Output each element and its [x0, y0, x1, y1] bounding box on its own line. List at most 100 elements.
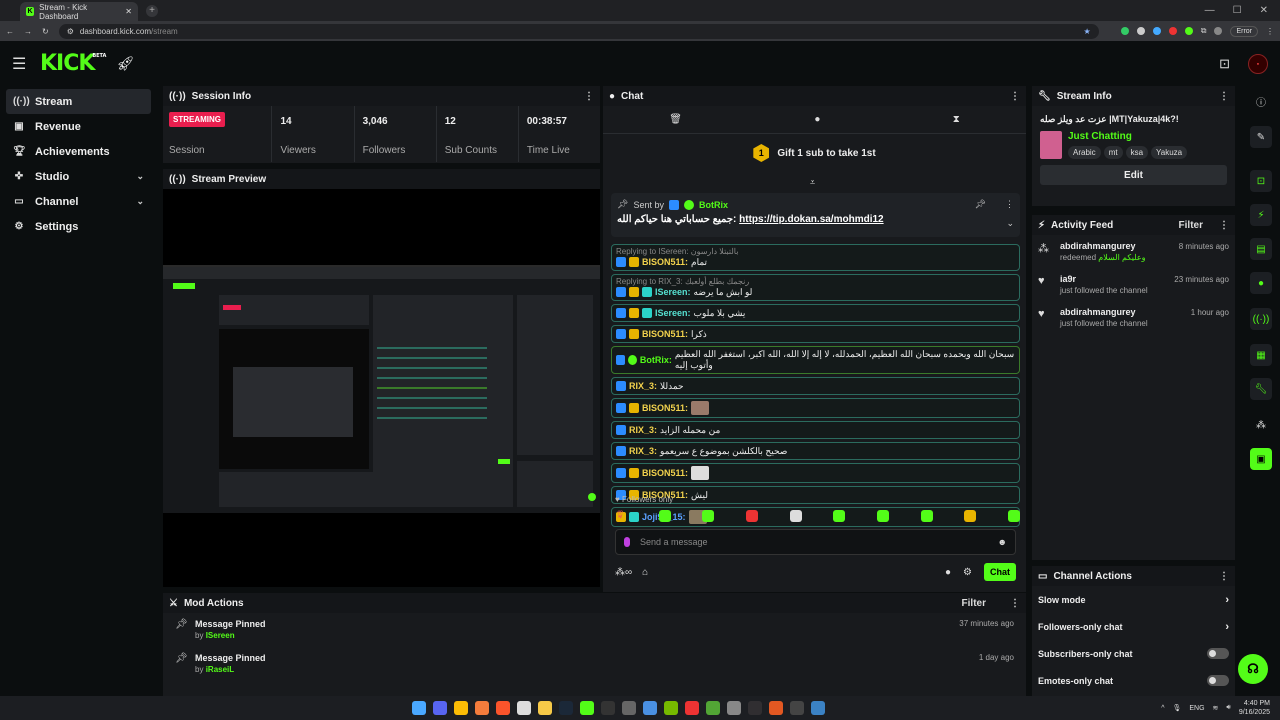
app-icon[interactable]: [643, 701, 657, 715]
emoji-picker-icon[interactable]: ☻: [998, 537, 1007, 547]
back-icon[interactable]: ←: [6, 27, 14, 36]
extensions-puzzle-icon[interactable]: ⧉: [1201, 26, 1207, 36]
close-tab-icon[interactable]: ✕: [125, 7, 132, 16]
chat-username[interactable]: RIX_3:: [629, 425, 657, 435]
chat-settings-gear-icon[interactable]: ⚙: [963, 567, 972, 578]
profile-avatar[interactable]: [1214, 27, 1223, 35]
chat-username[interactable]: BotRix:: [640, 355, 672, 365]
chat-bubble-icon[interactable]: ●: [1250, 272, 1272, 294]
nvidia-icon[interactable]: [664, 701, 678, 715]
activity-user[interactable]: ia9r: [1060, 274, 1166, 284]
reply-context[interactable]: Replying to ISereen: بالتبتلا دارسون: [616, 247, 1015, 256]
wifi-icon[interactable]: ≋: [1213, 704, 1219, 712]
chat-username[interactable]: BISON511:: [642, 257, 688, 267]
edit-stream-button[interactable]: Edit: [1040, 165, 1227, 185]
close-window-icon[interactable]: ✕: [1260, 5, 1268, 16]
filter-button[interactable]: Filter: [1179, 220, 1203, 231]
gift-sub-banner[interactable]: 1 Gift 1 sub to take 1st: [603, 134, 1026, 172]
forward-icon[interactable]: →: [24, 27, 32, 36]
emote-icon[interactable]: [920, 510, 933, 522]
followers-only-row[interactable]: Followers-only chat ›: [1032, 613, 1235, 640]
app-icon[interactable]: [685, 701, 699, 715]
error-badge[interactable]: Error: [1230, 25, 1258, 37]
address-bar[interactable]: ⚙ dashboard.kick.com/stream ★: [58, 23, 1099, 39]
more-options-icon[interactable]: ⋮: [1005, 199, 1014, 210]
chat-message[interactable]: RIX_3: صحيح بالكلشن بموضوع ع سريعمو: [611, 442, 1020, 460]
app-icon[interactable]: [601, 701, 615, 715]
extension-icon[interactable]: [1184, 27, 1193, 35]
extension-shield-icon[interactable]: [1120, 27, 1129, 35]
reply-context[interactable]: Replying to RIX_3: رنجمك بطلع أولعبك: [616, 277, 1015, 286]
reload-icon[interactable]: ↻: [42, 27, 49, 36]
studio-widget-icon[interactable]: ⊡: [1250, 170, 1272, 192]
stream-tag[interactable]: Arabic: [1068, 146, 1101, 159]
kick-app-icon[interactable]: [580, 701, 594, 715]
language-indicator[interactable]: ENG: [1189, 705, 1204, 712]
chat-username[interactable]: BISON511:: [642, 403, 688, 413]
chat-message[interactable]: BISON511: ذكرا: [611, 325, 1020, 343]
bookmark-star-icon[interactable]: ★: [1084, 27, 1091, 36]
app-icon[interactable]: [769, 701, 783, 715]
chevron-down-icon[interactable]: ⌄: [1006, 218, 1014, 229]
maximize-icon[interactable]: ☐: [1233, 5, 1242, 16]
chat-message[interactable]: RIX_3: من محمله الزايد: [611, 421, 1020, 439]
unpin-icon[interactable]: 📌︎: [975, 199, 986, 210]
kick-studio-icon[interactable]: ⊡: [1219, 56, 1230, 72]
hourglass-icon[interactable]: ⧗: [953, 114, 960, 125]
minecraft-icon[interactable]: [706, 701, 720, 715]
category-thumbnail[interactable]: [1040, 131, 1062, 159]
points-icon[interactable]: ⁂: [1250, 414, 1272, 436]
browser-menu-icon[interactable]: ⋮: [1266, 27, 1274, 36]
pinned-message[interactable]: 📌︎ Sent by BotRix 📌︎ ⋮ جميع حساباتي هنا …: [611, 193, 1020, 237]
chat-username[interactable]: BISON511:: [642, 468, 688, 478]
chat-username[interactable]: RIX_3:: [629, 446, 657, 456]
emotes-only-toggle[interactable]: [1207, 675, 1229, 686]
chat-bubble-icon[interactable]: ●: [945, 567, 951, 578]
store-icon[interactable]: ⌂: [642, 567, 648, 578]
activity-user[interactable]: abdirahmangurey: [1060, 307, 1183, 317]
user-avatar[interactable]: ●: [1248, 53, 1268, 74]
info-icon[interactable]: ⓘ: [1250, 90, 1272, 112]
chat-username[interactable]: RIX_3:: [629, 381, 657, 391]
document-icon[interactable]: ▤: [1250, 238, 1272, 260]
chat-username[interactable]: BISON511:: [642, 329, 688, 339]
collapse-pinned-icon[interactable]: ⩡: [810, 177, 815, 188]
app-icon[interactable]: [790, 701, 804, 715]
broadcast-icon[interactable]: ((·)): [1250, 308, 1272, 330]
more-options-icon[interactable]: ⋮: [1219, 571, 1229, 582]
more-options-icon[interactable]: ⋮: [584, 91, 594, 102]
bolt-icon[interactable]: ⚡︎: [1250, 204, 1272, 226]
pinned-user[interactable]: BotRix: [699, 200, 728, 210]
trash-icon[interactable]: 🗑︎: [669, 114, 682, 125]
sidebar-item-revenue[interactable]: ▣ Revenue: [6, 114, 151, 139]
chat-bubble-icon[interactable]: ●: [814, 114, 820, 125]
obs-icon[interactable]: [748, 701, 762, 715]
sidebar-item-channel[interactable]: ▭ Channel ⌄: [6, 189, 151, 214]
extension-icon[interactable]: [1136, 27, 1145, 35]
extension-icon[interactable]: [1168, 27, 1177, 35]
volume-icon[interactable]: 🔊︎: [1226, 704, 1230, 712]
emote-icon[interactable]: [964, 510, 977, 522]
category-name[interactable]: Just Chatting: [1068, 131, 1187, 142]
chat-message[interactable]: Replying to ISereen: بالتبتلا دارسون BISO…: [611, 244, 1020, 271]
sidebar-item-stream[interactable]: ((·)) Stream: [6, 89, 151, 114]
kick-logo[interactable]: KICK BETA: [40, 51, 106, 76]
microphone-icon[interactable]: [624, 537, 630, 547]
app-icon[interactable]: [475, 701, 489, 715]
layers-icon[interactable]: ▦: [1250, 344, 1272, 366]
chat-username[interactable]: ISereen:: [655, 287, 691, 297]
sidebar-item-achievements[interactable]: 🏆︎ Achievements: [6, 139, 151, 164]
emote-icon[interactable]: [702, 510, 715, 522]
microphone-icon[interactable]: 🎙︎: [1172, 704, 1181, 712]
emote-icon[interactable]: 🌹︎: [615, 510, 627, 522]
emote-icon[interactable]: [658, 510, 671, 522]
extension-icon[interactable]: [1152, 27, 1161, 35]
minimize-icon[interactable]: —: [1205, 5, 1215, 16]
clock[interactable]: 4:40 PM 9/16/2025: [1239, 699, 1270, 717]
help-chat-button[interactable]: ☊: [1238, 654, 1268, 684]
steam-icon[interactable]: [559, 701, 573, 715]
chevron-right-icon[interactable]: ›: [1225, 621, 1229, 633]
file-explorer-icon[interactable]: [538, 701, 552, 715]
emote-icon[interactable]: [745, 510, 758, 522]
chat-message[interactable]: Replying to RIX_3: رنجمك بطلع أولعبك ISer…: [611, 274, 1020, 301]
